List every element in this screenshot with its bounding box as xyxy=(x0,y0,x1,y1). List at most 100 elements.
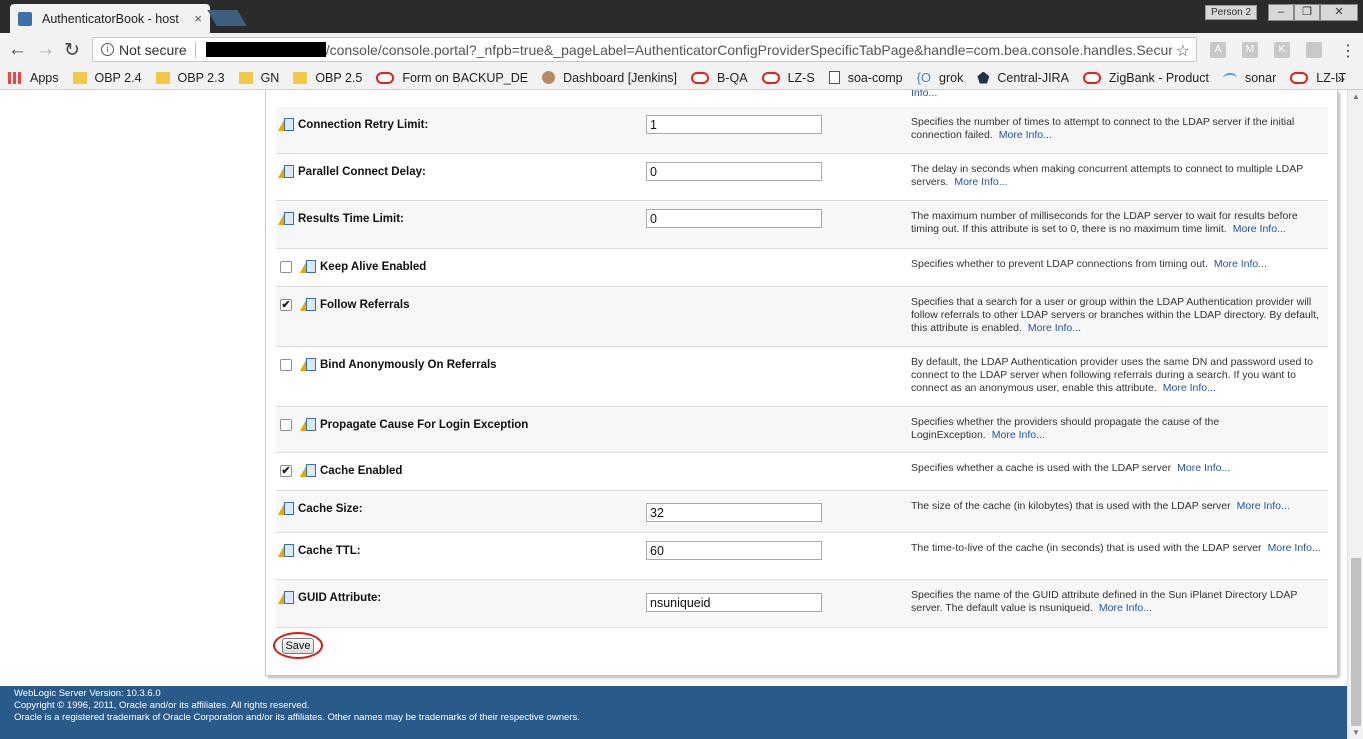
scroll-down-arrow-icon[interactable]: ▼ xyxy=(1352,728,1360,737)
connection-retry-limit-input[interactable] xyxy=(646,115,822,134)
vertical-scrollbar[interactable]: ▲ ▼ xyxy=(1347,90,1363,739)
setting-row-bind-anonymously: Bind Anonymously On Referrals By default… xyxy=(276,347,1328,407)
setting-description: Specifies that a search for a user or gr… xyxy=(911,296,1323,335)
scroll-up-arrow-icon[interactable]: ▲ xyxy=(1352,92,1360,101)
bookmark-obp-2-4[interactable]: OBP 2.4 xyxy=(72,71,142,85)
reload-icon[interactable]: ↻ xyxy=(64,39,80,62)
setting-description: Specifies whether the providers should p… xyxy=(911,416,1323,442)
bookmark-label: soa-comp xyxy=(847,70,903,85)
setting-row-propagate-cause: Propagate Cause For Login Exception Spec… xyxy=(276,407,1328,453)
extension-pdf-icon[interactable]: A xyxy=(1210,42,1226,58)
cache-enabled-checkbox[interactable]: ✔ xyxy=(280,465,292,477)
bookmark-b-qa[interactable]: B-QA xyxy=(691,71,748,85)
bookmark-label: ZigBank - Product xyxy=(1108,70,1209,85)
tab-title: AuthenticatorBook - host xyxy=(42,11,179,26)
more-info-link[interactable]: More Info... xyxy=(999,129,1052,141)
more-info-link[interactable]: More Info... xyxy=(1163,382,1216,394)
parallel-connect-delay-input[interactable] xyxy=(646,162,822,181)
new-tab-button[interactable] xyxy=(207,10,247,26)
bind-anonymously-checkbox[interactable] xyxy=(280,359,292,371)
browser-titlebar: AuthenticatorBook - host × Person 2 – ❐ … xyxy=(0,0,1363,33)
folder-icon xyxy=(293,71,308,84)
bookmarks-overflow-icon[interactable]: » xyxy=(1337,70,1345,86)
setting-row-cache-enabled: ✔ Cache Enabled Specifies whether a cach… xyxy=(276,453,1328,491)
keep-alive-enabled-checkbox[interactable] xyxy=(280,261,292,273)
setting-row-cache-ttl: Cache TTL: The time-to-live of the cache… xyxy=(276,533,1328,580)
follow-referrals-checkbox[interactable]: ✔ xyxy=(280,299,292,311)
footer-trademark: Oracle is a registered trademark of Orac… xyxy=(14,712,580,723)
cache-size-input[interactable] xyxy=(646,503,822,522)
setting-label-text: Keep Alive Enabled xyxy=(320,261,427,273)
guid-attribute-input[interactable] xyxy=(646,593,822,612)
document-icon xyxy=(828,71,840,84)
omnibox-divider xyxy=(194,41,196,58)
url-text[interactable]: /console/console.portal?_nfpb=true&_page… xyxy=(326,42,1187,58)
scrollbar-thumb[interactable] xyxy=(1351,558,1361,726)
description-text: Specifies whether to prevent LDAP connec… xyxy=(911,258,1208,270)
bookmark-obp-2-5[interactable]: OBP 2.5 xyxy=(293,71,362,85)
setting-description: The delay in seconds when making concurr… xyxy=(911,163,1323,189)
bookmark-lz-s[interactable]: LZ-S xyxy=(761,71,815,85)
folder-icon xyxy=(238,71,253,84)
bookmark-star-icon[interactable]: ☆ xyxy=(1171,41,1190,61)
description-text: Specifies the number of times to attempt… xyxy=(911,116,1295,141)
bookmark-soa-comp[interactable]: soa-comp xyxy=(828,70,903,85)
setting-label: Cache TTL: xyxy=(278,543,361,559)
address-bar[interactable]: i Not secure /console/console.portal?_nf… xyxy=(92,37,1197,62)
more-info-link[interactable]: More Info... xyxy=(1214,258,1267,270)
more-info-link[interactable]: More Info... xyxy=(1268,542,1321,554)
more-info-link[interactable]: More Info... xyxy=(1028,322,1081,334)
setting-row-connection-retry-limit: Connection Retry Limit: Specifies the nu… xyxy=(276,107,1328,154)
more-info-link[interactable]: More Info... xyxy=(1233,223,1286,235)
propagate-cause-checkbox[interactable] xyxy=(280,419,292,431)
profile-button[interactable]: Person 2 xyxy=(1205,5,1257,20)
bookmark-obp-2-3[interactable]: OBP 2.3 xyxy=(155,71,225,85)
tab-close-icon[interactable]: × xyxy=(194,11,202,26)
extension-gmail-icon[interactable]: M xyxy=(1242,42,1258,58)
cache-ttl-input[interactable] xyxy=(646,541,822,560)
bookmark-grok[interactable]: {O grok xyxy=(917,70,964,85)
bookmark-gn[interactable]: GN xyxy=(238,71,279,85)
bookmark-apps[interactable]: Apps xyxy=(8,71,59,85)
maximize-button[interactable]: ❐ xyxy=(1294,4,1320,21)
setting-label-text: Results Time Limit: xyxy=(298,213,404,225)
sonar-icon xyxy=(1222,72,1237,83)
partial-more-info-link[interactable]: Info... xyxy=(911,90,937,99)
back-arrow-icon[interactable]: ← xyxy=(8,39,27,61)
bookmark-jenkins[interactable]: Dashboard [Jenkins] xyxy=(542,71,677,85)
more-info-link[interactable]: More Info... xyxy=(1099,602,1152,614)
setting-description: Specifies the number of times to attempt… xyxy=(911,116,1323,142)
redacted-host xyxy=(205,42,326,57)
extension-puzzle-icon[interactable] xyxy=(1306,42,1322,58)
bookmark-central-jira[interactable]: Central-JIRA xyxy=(977,71,1069,85)
save-button-highlight: Save xyxy=(273,632,323,659)
bookmark-sonar[interactable]: sonar xyxy=(1222,71,1276,85)
description-text: Specifies whether the providers should p… xyxy=(911,416,1220,441)
close-window-button[interactable]: ✕ xyxy=(1320,4,1358,21)
setting-label: Results Time Limit: xyxy=(278,211,404,227)
setting-label: Bind Anonymously On Referrals xyxy=(280,357,497,373)
setting-label: GUID Attribute: xyxy=(278,590,381,606)
not-secure-label[interactable]: Not secure xyxy=(119,42,187,58)
save-button[interactable]: Save xyxy=(282,638,314,654)
bookmark-form-backup[interactable]: Form on BACKUP_DE xyxy=(376,71,528,85)
menu-kebab-icon[interactable]: ⋮ xyxy=(1340,41,1356,61)
tab-authenticatorbook[interactable]: AuthenticatorBook - host × xyxy=(10,4,210,33)
forward-arrow-icon[interactable]: → xyxy=(36,39,55,61)
setting-label-text: Cache Enabled xyxy=(320,465,403,477)
more-info-link[interactable]: More Info... xyxy=(1237,500,1290,512)
results-time-limit-input[interactable] xyxy=(646,209,822,228)
bookmark-zigbank[interactable]: ZigBank - Product xyxy=(1082,70,1209,85)
more-info-link[interactable]: More Info... xyxy=(992,429,1045,441)
minimize-button[interactable]: – xyxy=(1268,4,1294,21)
info-icon[interactable]: i xyxy=(101,43,114,56)
more-info-link[interactable]: More Info... xyxy=(1177,462,1230,474)
description-text: Specifies whether a cache is used with t… xyxy=(911,462,1172,474)
extension-k-icon[interactable]: K xyxy=(1274,42,1290,58)
bookmark-label: Form on BACKUP_DE xyxy=(402,70,529,85)
setting-row-guid-attribute: GUID Attribute: Specifies the name of th… xyxy=(276,580,1328,628)
config-warning-icon xyxy=(278,501,295,517)
setting-label-text: Propagate Cause For Login Exception xyxy=(320,419,529,431)
footer-copyright: Copyright © 1996, 2011, Oracle and/or it… xyxy=(14,700,310,711)
more-info-link[interactable]: More Info... xyxy=(954,176,1007,188)
